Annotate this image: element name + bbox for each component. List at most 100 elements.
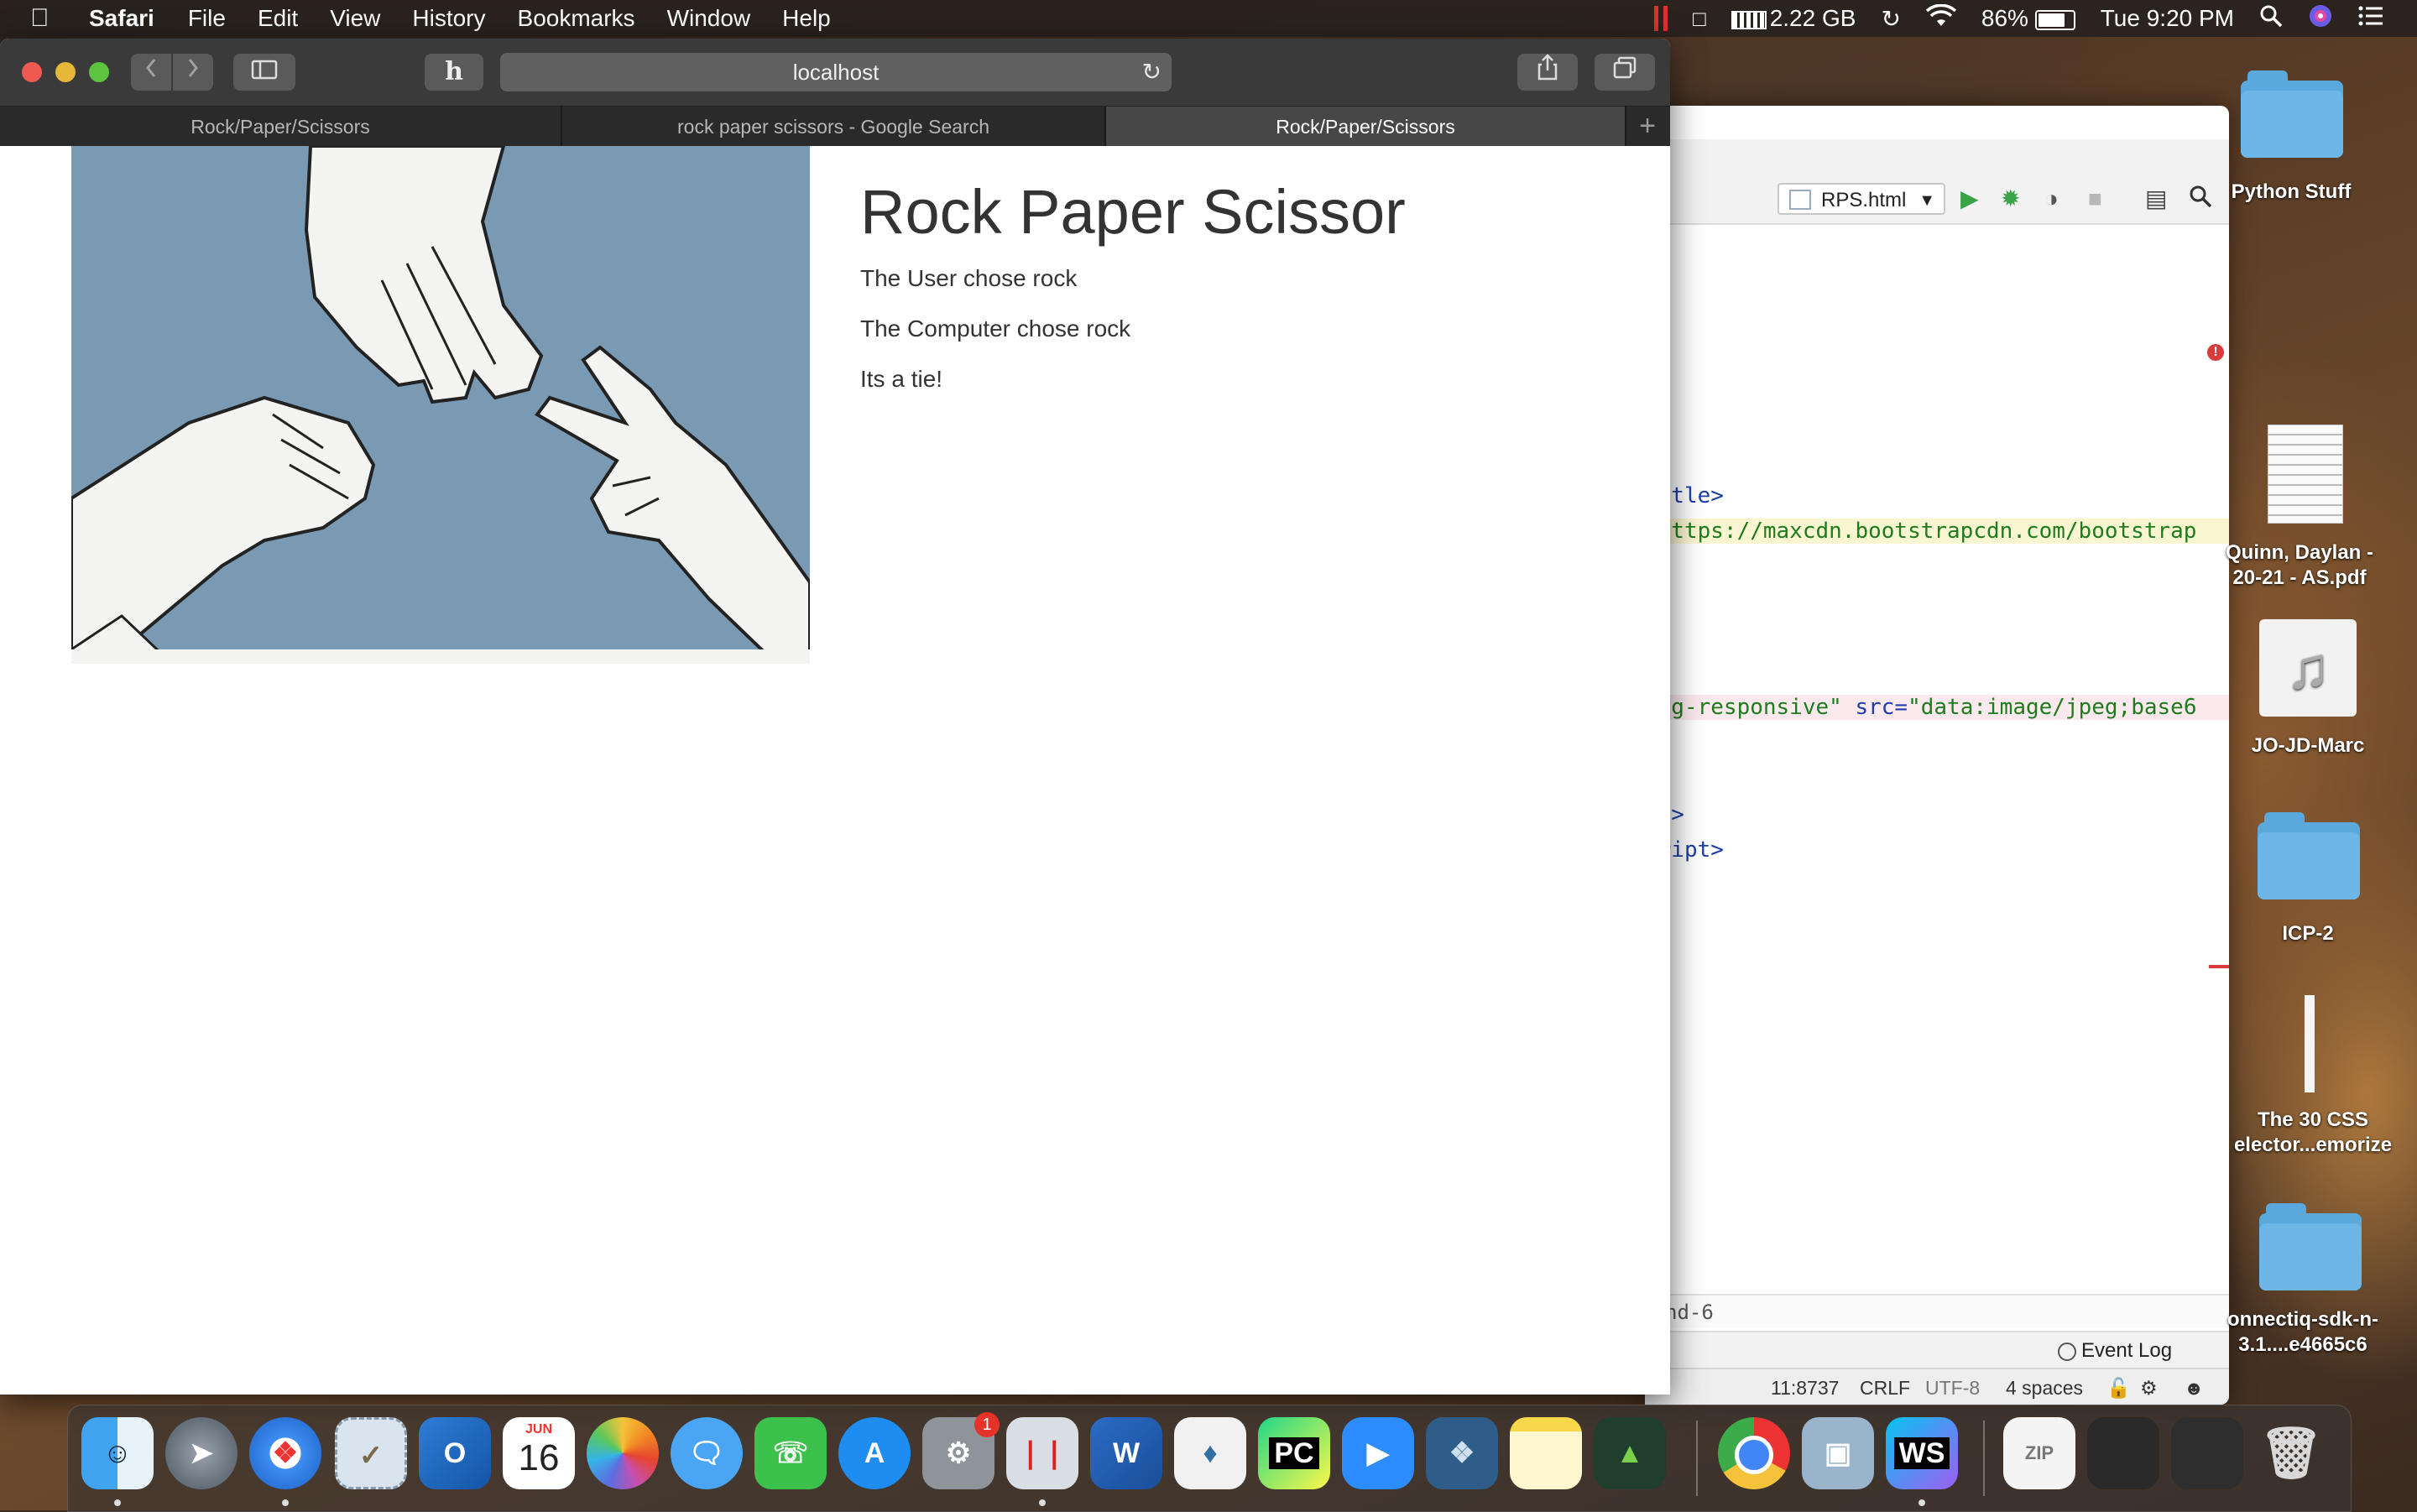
desktop-icon-pdf[interactable]: Quinn, Daylan - 20-21 - AS.pdf: [2224, 425, 2392, 592]
dock-launchpad-icon[interactable]: ➤: [165, 1417, 238, 1489]
chevron-left-icon: [146, 59, 156, 77]
dock-system-preferences-icon[interactable]: ⚙ 1: [922, 1412, 1000, 1489]
wifi-icon[interactable]: [1925, 3, 1957, 34]
menu-bar:  Safari File Edit View History Bookmark…: [0, 0, 2417, 37]
share-button[interactable]: [1517, 54, 1578, 91]
inspection-icon[interactable]: ⚙: [2140, 1369, 2158, 1405]
safari-toolbar: h localhost ↻: [0, 39, 1670, 106]
close-window-button[interactable]: [22, 62, 42, 82]
dock-notes-icon[interactable]: [1510, 1417, 1582, 1489]
error-marker[interactable]: [2209, 965, 2229, 968]
battery-icon: [2034, 9, 2075, 30]
honey-extension-button[interactable]: h: [425, 54, 483, 91]
breadcrumb[interactable]: nd-6: [1645, 1294, 2229, 1327]
debug-icon[interactable]: ✹: [2001, 185, 2020, 213]
calendar-day: 16: [518, 1437, 560, 1478]
dock-safari-icon[interactable]: ❖: [249, 1417, 321, 1489]
back-button[interactable]: [131, 54, 171, 91]
terminal-window-icon[interactable]: ▤: [2145, 185, 2167, 213]
dock-mail-stamp-icon[interactable]: ✓: [335, 1417, 407, 1489]
clock[interactable]: Tue 9:20 PM: [2101, 5, 2234, 32]
siri-icon[interactable]: [2308, 3, 2333, 34]
lock-icon[interactable]: 🔓: [2106, 1369, 2131, 1405]
dock-pycharm-icon[interactable]: PC: [1258, 1417, 1330, 1489]
recording-indicator-icon[interactable]: [1653, 6, 1668, 31]
tab-rock-paper-scissors-1[interactable]: Rock/Paper/Scissors: [0, 107, 562, 147]
memory-status[interactable]: 2.22 GB: [1731, 5, 1856, 32]
run-configuration-select[interactable]: RPS.html ▼: [1778, 183, 1945, 215]
error-indicator-icon[interactable]: !: [2207, 344, 2224, 361]
zoom-window-button[interactable]: [89, 62, 109, 82]
ide-status-bar: 11:8737 CRLF UTF-8 4 spaces 🔓 ⚙ ☻: [1645, 1368, 2229, 1405]
coverage-icon[interactable]: ◑: [2044, 185, 2059, 213]
address-bar[interactable]: localhost ↻: [500, 53, 1172, 91]
dock-zoom-icon[interactable]: ▶: [1342, 1417, 1414, 1489]
battery-status[interactable]: 86%: [1981, 5, 2075, 32]
camera-off-icon[interactable]: □: [1693, 6, 1706, 32]
dock-app-store-icon[interactable]: A: [838, 1417, 911, 1489]
dock-sketchup-icon[interactable]: ▲: [1594, 1417, 1666, 1489]
dock-zip-file-icon[interactable]: ZIP: [2003, 1417, 2075, 1489]
spotlight-search-icon[interactable]: [2259, 4, 2283, 34]
folder-icon: [2259, 1203, 2362, 1290]
ide-window: RPS.html ▼ ▶ ✹ ◑ ■ ▤ title> 'https://max…: [1645, 106, 2229, 1405]
menu-app-safari[interactable]: Safari: [89, 5, 154, 32]
line-separator[interactable]: CRLF: [1860, 1369, 1910, 1405]
event-log-button[interactable]: Event Log: [2058, 1332, 2172, 1369]
tab-rock-paper-scissors-active[interactable]: Rock/Paper/Scissors: [1106, 107, 1626, 147]
menu-bookmarks[interactable]: Bookmarks: [518, 5, 635, 32]
reload-icon[interactable]: ↻: [1142, 53, 1162, 91]
sidebar-icon: [251, 60, 278, 80]
desktop-icon-python-stuff[interactable]: Python Stuff: [2207, 70, 2375, 206]
menu-file[interactable]: File: [188, 5, 226, 32]
dock-word-icon[interactable]: W: [1090, 1417, 1162, 1489]
dock-mysql-workbench-icon[interactable]: ❖: [1426, 1417, 1498, 1489]
honey-icon: h: [445, 57, 463, 86]
chevron-down-icon: ▼: [1918, 191, 1935, 210]
desktop-icon-connectiq[interactable]: onnectiq-sdk-n-3.1....e4665c6: [2219, 1202, 2387, 1369]
sidebar-toggle-button[interactable]: [233, 54, 295, 91]
menu-view[interactable]: View: [330, 5, 380, 32]
desktop-icon-icp-2[interactable]: ICP-2: [2224, 811, 2392, 953]
dock-facetime-icon[interactable]: ☏: [754, 1417, 827, 1489]
safari-window: h localhost ↻ Rock/Paper/Scissors rock p…: [0, 39, 1670, 1395]
tab-google-search[interactable]: rock paper scissors - Google Search: [562, 107, 1106, 147]
new-tab-button[interactable]: +: [1625, 107, 1670, 147]
dock-parallels-icon[interactable]: ❘❘: [1006, 1417, 1078, 1489]
dock-preview-icon[interactable]: ▣: [1802, 1417, 1874, 1489]
menu-history[interactable]: History: [412, 5, 485, 32]
html-file-icon: [1789, 190, 1811, 210]
desktop-icon-jo-jd-marc[interactable]: ♫ JO-JD-Marc: [2224, 619, 2392, 762]
desktop-icon-css-doc[interactable]: The 30 CSS elector...emorize: [2229, 995, 2397, 1163]
menu-window[interactable]: Window: [667, 5, 751, 32]
stop-icon[interactable]: ■: [2088, 185, 2102, 213]
indent-setting[interactable]: 4 spaces: [2006, 1369, 2083, 1405]
dock-screenshot-stack-icon[interactable]: [2087, 1417, 2159, 1489]
menu-help[interactable]: Help: [782, 5, 831, 32]
run-icon[interactable]: ▶: [1960, 185, 1979, 213]
forward-button[interactable]: [173, 54, 213, 91]
dock-messages-icon[interactable]: 🗨: [671, 1417, 743, 1489]
notification-center-icon[interactable]: [2358, 5, 2383, 32]
dock-outlook-icon[interactable]: O: [419, 1417, 491, 1489]
dock-finder-icon[interactable]: ☺: [81, 1417, 154, 1489]
dock-downloads-stack-icon[interactable]: [2171, 1417, 2243, 1489]
hector-icon[interactable]: ☻: [2184, 1369, 2204, 1405]
dock-python-launcher-icon[interactable]: ♦: [1174, 1417, 1246, 1489]
document-icon: [2305, 995, 2315, 1092]
show-all-tabs-button[interactable]: [1595, 54, 1655, 91]
folder-icon: [2258, 812, 2360, 899]
cursor-position[interactable]: 11:8737: [1771, 1369, 1839, 1405]
dock-chrome-icon[interactable]: [1718, 1417, 1790, 1489]
minimize-window-button[interactable]: [55, 62, 76, 82]
dock-photos-icon[interactable]: [587, 1417, 659, 1489]
apple-menu-icon[interactable]: : [30, 4, 64, 33]
menu-edit[interactable]: Edit: [258, 5, 298, 32]
code-editor[interactable]: title> 'https://maxcdn.bootstrapcdn.com/…: [1645, 227, 2229, 1284]
run-configuration-label: RPS.html: [1821, 189, 1907, 211]
time-machine-icon[interactable]: ↻: [1881, 5, 1900, 33]
dock-webstorm-icon[interactable]: WS: [1886, 1417, 1958, 1489]
dock-trash-icon[interactable]: 🗑: [2255, 1417, 2327, 1489]
file-encoding[interactable]: UTF-8: [1925, 1369, 1980, 1405]
dock-calendar-icon[interactable]: JUN 16: [503, 1417, 575, 1489]
